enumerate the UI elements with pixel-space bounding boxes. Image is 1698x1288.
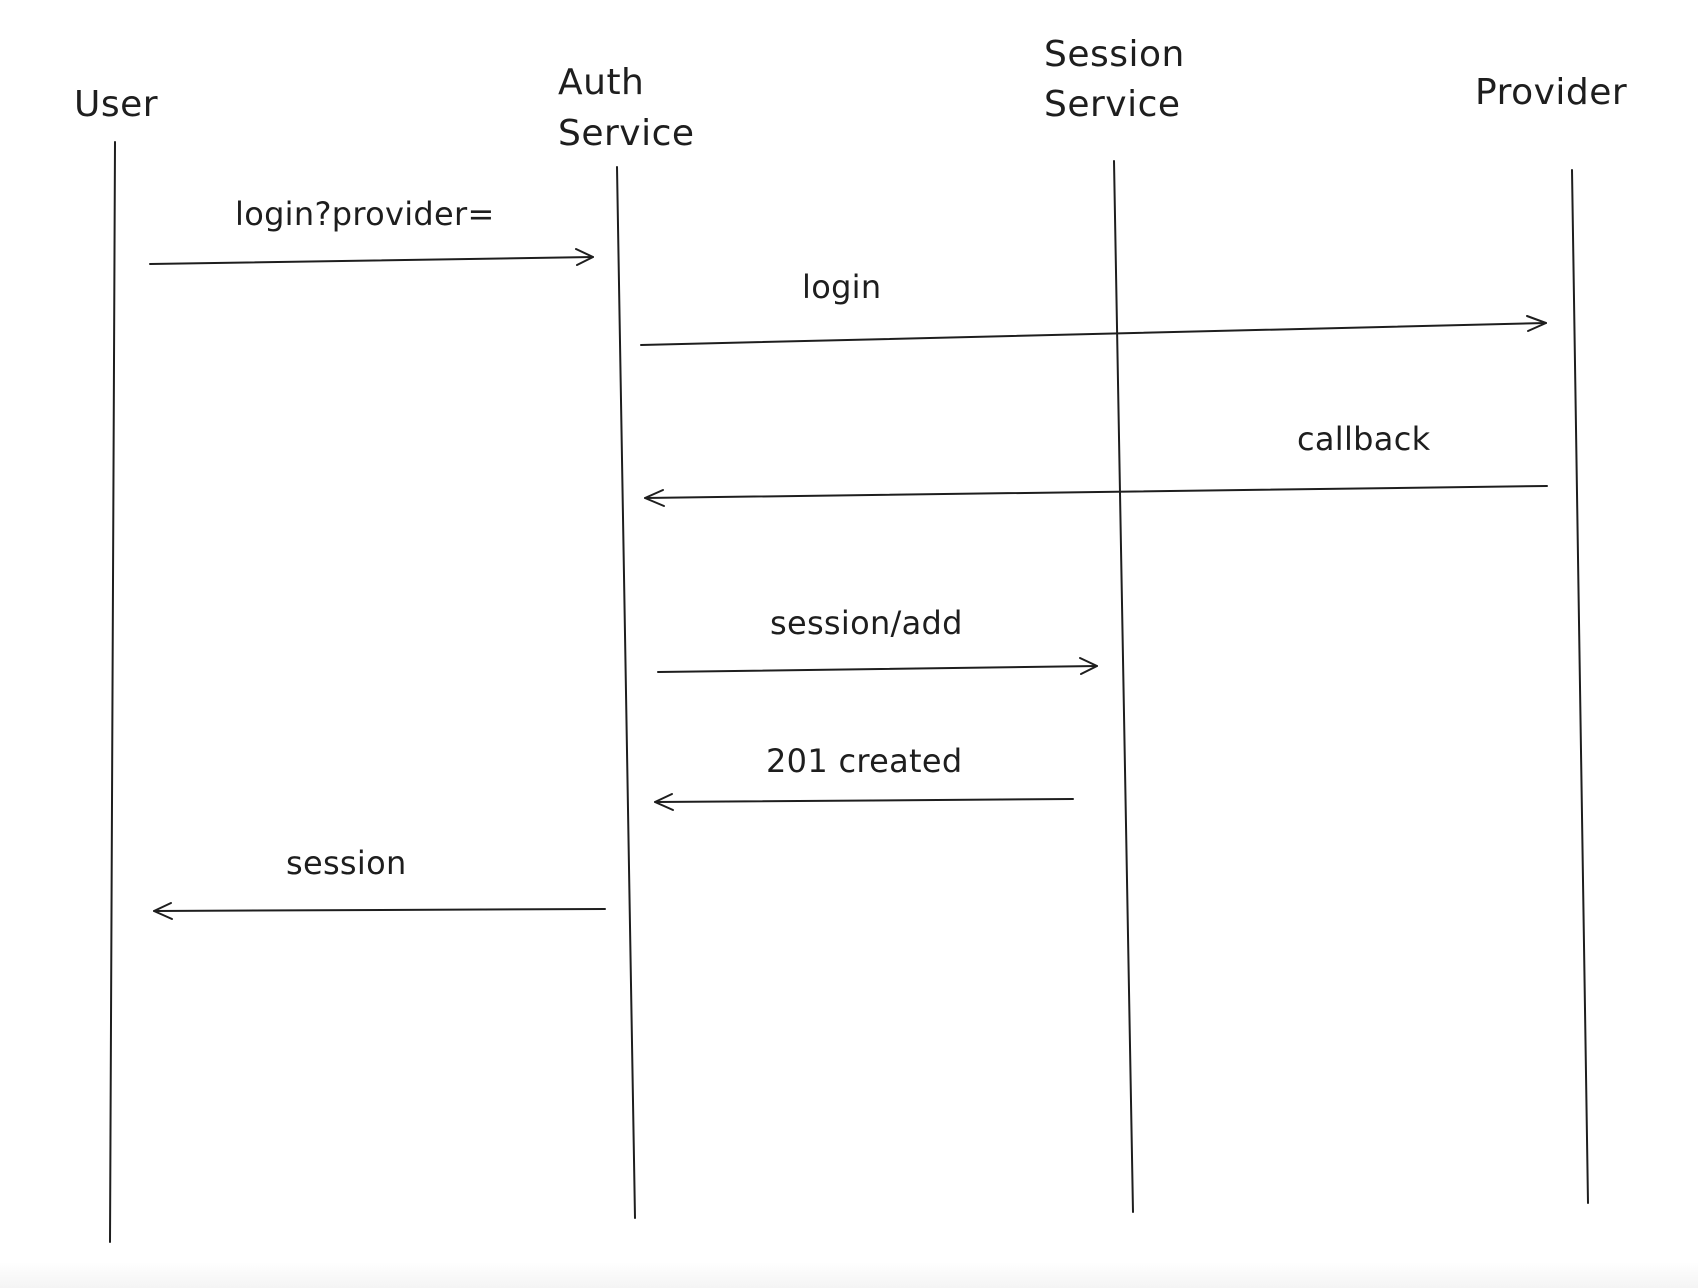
message-label-created: 201 created: [766, 742, 962, 780]
actor-auth-service: Auth Service: [558, 62, 695, 154]
message-line-login-provider: [149, 256, 594, 265]
message-created: 201 created: [654, 742, 1074, 811]
lifeline-auth-service: [616, 166, 636, 1219]
actor-label-auth-line2: Service: [558, 113, 695, 154]
message-line-session: [153, 908, 606, 912]
message-line-login: [640, 322, 1547, 346]
actor-label-session-line1: Session: [1044, 34, 1185, 75]
sequence-diagram-canvas: User Auth Service Session Service Provid…: [0, 0, 1698, 1288]
actor-label-session-line2: Service: [1044, 84, 1181, 125]
message-label-callback: callback: [1297, 420, 1431, 458]
actor-provider: Provider: [1475, 72, 1627, 113]
actor-user: User: [74, 84, 158, 125]
actor-label-auth-line1: Auth: [558, 62, 644, 103]
message-callback: callback: [644, 420, 1548, 507]
bottom-edge-band: [0, 1262, 1698, 1288]
lifeline-provider: [1571, 169, 1589, 1204]
message-login: login: [640, 268, 1547, 346]
message-line-session-add: [657, 665, 1098, 673]
message-label-login: login: [802, 268, 881, 306]
message-login-provider: login?provider=: [149, 195, 594, 266]
message-line-callback: [644, 485, 1548, 499]
actor-label-provider: Provider: [1475, 72, 1627, 113]
message-label-session: session: [286, 844, 407, 882]
message-session: session: [153, 844, 606, 920]
message-label-session-add: session/add: [770, 604, 963, 642]
sequence-diagram: User Auth Service Session Service Provid…: [74, 34, 1627, 1243]
message-line-created: [654, 798, 1074, 803]
message-session-add: session/add: [657, 604, 1098, 675]
actor-session-service: Session Service: [1044, 34, 1185, 125]
actor-label-user: User: [74, 84, 158, 125]
lifeline-user: [109, 141, 116, 1243]
lifeline-session-service: [1113, 160, 1134, 1213]
message-label-login-provider: login?provider=: [235, 195, 495, 233]
